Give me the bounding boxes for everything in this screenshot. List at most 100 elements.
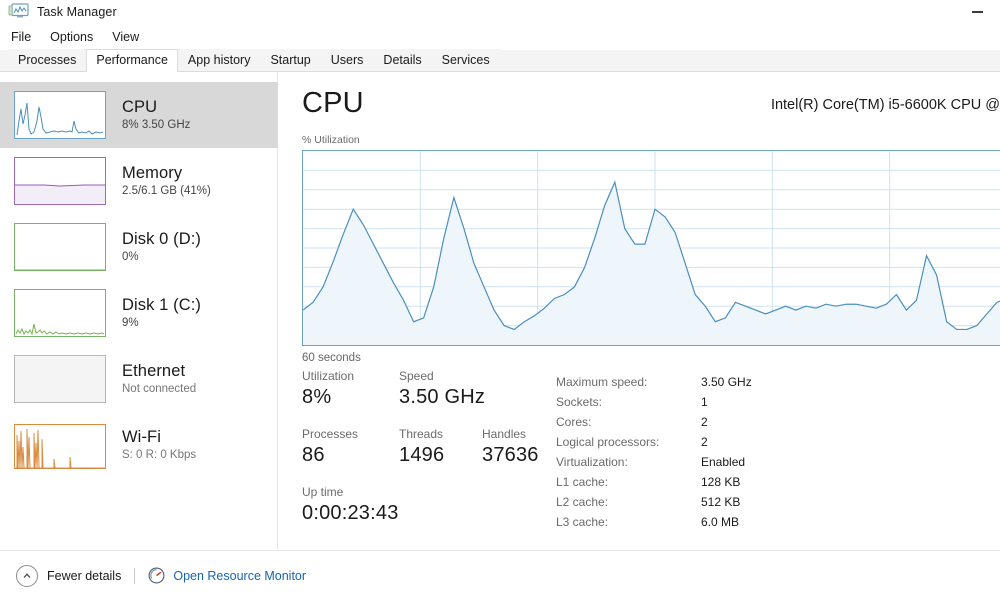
sidebar-item-disk-0[interactable]: Disk 0 (D:) 0%: [0, 214, 278, 280]
sidebar-item-wifi[interactable]: Wi-Fi S: 0 R: 0 Kbps: [0, 412, 278, 478]
graph-caption: % Utilization: [302, 134, 360, 146]
stat-utilization-value: 8%: [302, 386, 332, 408]
detail-virtualization: Virtualization: Enabled: [556, 452, 976, 472]
cpu-thumbnail-graph: [14, 91, 106, 139]
cpu-stats: Utilization 8% Speed 3.50 GHz Processes …: [279, 368, 1000, 529]
sidebar-item-disk-0-title: Disk 0 (D:): [122, 229, 202, 248]
detail-l2-cache: L2 cache: 512 KB: [556, 492, 976, 512]
fewer-details-label: Fewer details: [47, 568, 122, 583]
title-bar: Task Manager: [0, 0, 1000, 24]
detail-l3-cache-value: 6.0 MB: [701, 515, 740, 529]
sidebar-item-ethernet-title: Ethernet: [122, 361, 186, 380]
detail-sockets-label: Sockets:: [556, 395, 603, 409]
graph-time-axis-label: 60 seconds: [302, 352, 361, 364]
stat-handles-label: Handles: [482, 427, 527, 441]
menu-bar: File Options View: [0, 26, 1000, 48]
task-manager-window: Task Manager File Options View Processes…: [0, 0, 1000, 600]
tab-startup[interactable]: Startup: [260, 49, 321, 71]
detail-l1-cache: L1 cache: 128 KB: [556, 472, 976, 492]
sidebar-item-ethernet[interactable]: Ethernet Not connected: [0, 346, 278, 412]
detail-virtualization-value: Enabled: [701, 455, 746, 469]
stat-speed-label: Speed: [399, 369, 434, 383]
sidebar-item-cpu-title: CPU: [122, 97, 158, 116]
window-title: Task Manager: [37, 5, 117, 19]
disk-0-thumbnail-graph: [14, 223, 106, 271]
detail-maximum-speed-label: Maximum speed:: [556, 375, 648, 389]
sidebar-item-ethernet-text: Ethernet Not connected: [122, 362, 196, 397]
tab-users[interactable]: Users: [320, 49, 374, 71]
sidebar-item-disk-1-text: Disk 1 (C:) 9%: [122, 296, 201, 331]
sidebar-item-disk-1[interactable]: Disk 1 (C:) 9%: [0, 280, 278, 346]
sidebar-item-wifi-subtitle: S: 0 R: 0 Kbps: [122, 448, 197, 461]
ethernet-thumbnail-graph: [14, 355, 106, 403]
sidebar-item-disk-0-text: Disk 0 (D:) 0%: [122, 230, 201, 265]
sidebar-item-cpu[interactable]: CPU 8% 3.50 GHz: [0, 82, 278, 148]
chevron-up-icon[interactable]: [16, 564, 38, 587]
page-title: CPU: [302, 87, 364, 119]
cpu-model-name: Intel(R) Core(TM) i5-6600K CPU @: [770, 97, 1000, 113]
sidebar-item-disk-1-title: Disk 1 (C:): [122, 295, 202, 314]
stat-processes-value: 86: [302, 444, 325, 466]
detail-l1-cache-label: L1 cache:: [556, 475, 609, 489]
stat-threads-value: 1496: [399, 444, 445, 466]
tab-details[interactable]: Details: [373, 49, 432, 71]
stat-processes: Processes 86: [302, 426, 358, 469]
detail-cores: Cores: 2: [556, 412, 976, 432]
menu-item-file[interactable]: File: [11, 30, 31, 44]
sidebar-item-cpu-subtitle: 8% 3.50 GHz: [122, 118, 191, 131]
stat-handles-value: 37636: [482, 444, 539, 466]
tab-strip: Processes Performance App history Startu…: [0, 49, 1000, 72]
detail-virtualization-label: Virtualization:: [556, 455, 628, 469]
minimize-icon: [971, 11, 983, 13]
cpu-utilization-graph: [302, 150, 1000, 346]
memory-thumbnail-graph: [14, 157, 106, 205]
stat-threads-label: Threads: [399, 427, 444, 441]
tab-processes[interactable]: Processes: [8, 49, 87, 71]
detail-l2-cache-label: L2 cache:: [556, 495, 609, 509]
stat-processes-label: Processes: [302, 427, 359, 441]
sidebar-item-memory-title: Memory: [122, 163, 183, 182]
sidebar-item-memory[interactable]: Memory 2.5/6.1 GB (41%): [0, 148, 278, 214]
open-resource-monitor-link[interactable]: Open Resource Monitor: [173, 569, 306, 583]
stat-speed: Speed 3.50 GHz: [399, 368, 485, 411]
resource-monitor-icon[interactable]: [148, 567, 165, 584]
stat-uptime-label: Up time: [302, 485, 344, 499]
resource-sidebar: CPU 8% 3.50 GHz Memory 2.5/6.1 GB (41%): [0, 72, 278, 550]
status-bar: Fewer details Open Resource Monitor: [0, 550, 1000, 600]
detail-sockets-value: 1: [701, 395, 708, 409]
detail-cores-value: 2: [701, 415, 708, 429]
stat-utilization: Utilization 8%: [302, 368, 354, 411]
detail-l3-cache-label: L3 cache:: [556, 515, 609, 529]
sidebar-item-ethernet-subtitle: Not connected: [122, 382, 197, 395]
minimize-button[interactable]: [954, 0, 1000, 24]
sidebar-item-wifi-title: Wi-Fi: [122, 427, 161, 446]
stat-speed-value: 3.50 GHz: [399, 386, 486, 408]
detail-logical-processors-value: 2: [701, 435, 708, 449]
menu-item-view[interactable]: View: [112, 30, 139, 44]
sidebar-item-disk-1-subtitle: 9%: [122, 316, 139, 329]
tab-app-history[interactable]: App history: [177, 49, 261, 71]
tab-services[interactable]: Services: [431, 49, 500, 71]
stat-utilization-label: Utilization: [302, 369, 355, 383]
footer-divider: [134, 567, 136, 584]
detail-maximum-speed-value: 3.50 GHz: [701, 375, 752, 389]
sidebar-item-disk-0-subtitle: 0%: [122, 250, 139, 263]
tab-performance[interactable]: Performance: [86, 49, 178, 72]
panel-header: CPU Intel(R) Core(TM) i5-6600K CPU @: [279, 72, 1000, 119]
disk-1-thumbnail-graph: [14, 289, 106, 337]
fewer-details-button[interactable]: Fewer details: [47, 569, 121, 583]
menu-item-options[interactable]: Options: [50, 30, 93, 44]
detail-l1-cache-value: 128 KB: [701, 475, 741, 489]
wifi-thumbnail-graph: [14, 421, 106, 469]
cpu-utilization-chart-svg: [303, 151, 1000, 345]
performance-detail-panel: CPU Intel(R) Core(TM) i5-6600K CPU @ % U…: [279, 72, 1000, 550]
detail-l2-cache-value: 512 KB: [701, 495, 741, 509]
detail-l3-cache: L3 cache: 6.0 MB: [556, 512, 976, 532]
cpu-stats-details: Maximum speed: 3.50 GHz Sockets: 1 Cores…: [556, 372, 976, 532]
sidebar-item-cpu-text: CPU 8% 3.50 GHz: [122, 98, 190, 133]
detail-cores-label: Cores:: [556, 415, 592, 429]
detail-logical-processors: Logical processors: 2: [556, 432, 976, 452]
stat-threads: Threads 1496: [399, 426, 444, 469]
stat-uptime-value: 0:00:23:43: [302, 502, 399, 524]
sidebar-item-memory-subtitle: 2.5/6.1 GB (41%): [122, 184, 211, 197]
